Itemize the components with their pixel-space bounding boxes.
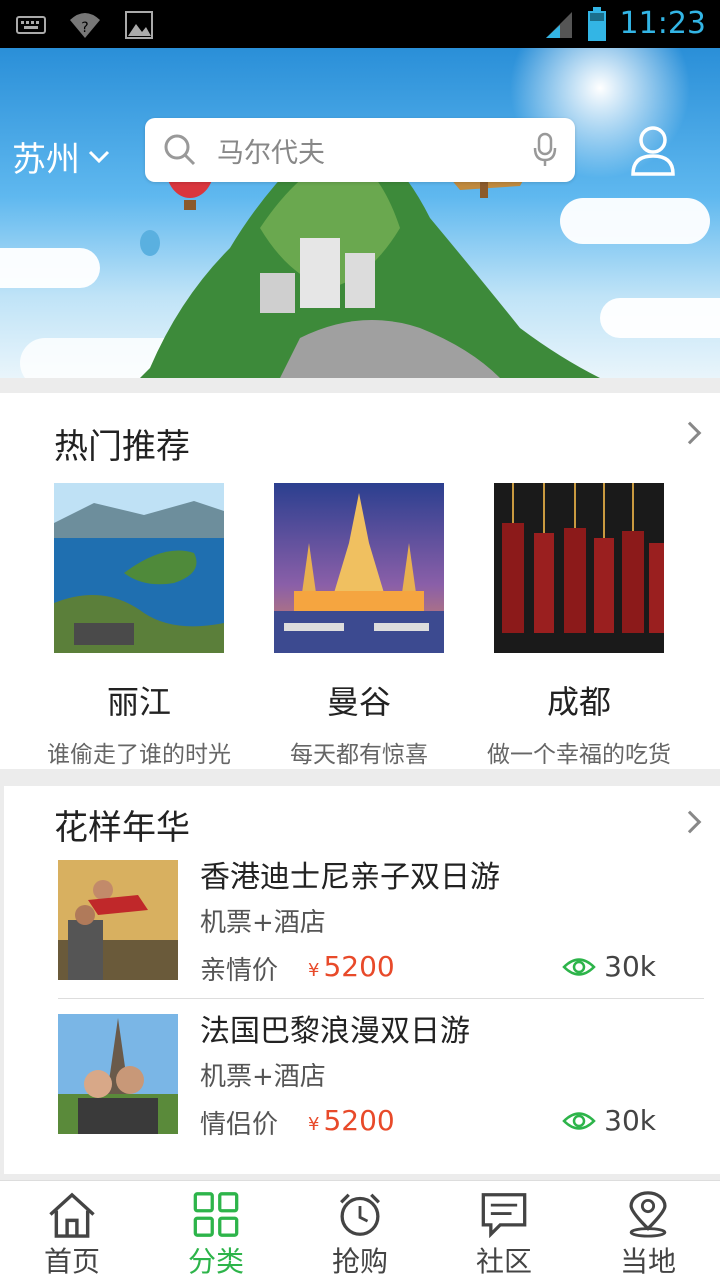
currency-symbol: ¥ (308, 960, 320, 981)
trip-price-type: 情侣价 (200, 1110, 279, 1140)
destination-desc: 每天都有惊喜 (290, 742, 428, 768)
image-icon (125, 11, 153, 39)
views-count: 30k (604, 950, 656, 983)
price-value: 5200 (323, 1104, 395, 1137)
destination-image-bangkok (274, 483, 444, 653)
nav-community[interactable]: 社区 (432, 1181, 576, 1280)
eye-icon (562, 1111, 596, 1130)
destination-name: 成都 (546, 683, 611, 721)
nav-category[interactable]: 分类 (144, 1181, 288, 1280)
trip-views: 30k (562, 1104, 656, 1137)
destination-name: 丽江 (106, 683, 171, 721)
chevron-right-icon[interactable] (678, 810, 702, 834)
trip-item[interactable]: 法国巴黎浪漫双日游 机票+酒店 情侣价 ¥5200 30k (58, 1014, 704, 1154)
destination-image-chengdu (494, 483, 664, 653)
trip-item[interactable]: 香港迪士尼亲子双日游 机票+酒店 亲情价 ¥5200 30k (58, 860, 704, 1000)
chevron-right-icon[interactable] (678, 421, 702, 445)
currency-symbol: ¥ (308, 1114, 320, 1135)
svg-text:?: ? (81, 20, 88, 36)
nav-label: 当地 (619, 1245, 676, 1278)
views-count: 30k (604, 1104, 656, 1137)
status-bar: ? 11:23 (0, 0, 720, 48)
destination-card[interactable]: 成都 做一个幸福的吃货 (469, 483, 689, 769)
nav-label: 首页 (43, 1245, 100, 1278)
search-icon (164, 134, 196, 166)
nav-label: 分类 (187, 1245, 244, 1278)
trip-price: ¥5200 (308, 950, 395, 983)
divider (58, 998, 704, 999)
nav-home[interactable]: 首页 (0, 1181, 144, 1280)
hero-banner[interactable]: 苏州 马尔代夫 (0, 48, 720, 378)
trip-title: 法国巴黎浪漫双日游 (200, 1014, 470, 1049)
nav-label: 抢购 (331, 1245, 388, 1278)
destination-card[interactable]: 丽江 谁偷走了谁的时光 (29, 483, 249, 769)
home-icon (49, 1192, 95, 1238)
chat-icon (481, 1193, 527, 1238)
nav-local[interactable]: 当地 (576, 1181, 720, 1280)
user-icon (631, 126, 675, 176)
keyboard-icon (16, 16, 46, 34)
section-title: 花样年华 (54, 808, 190, 848)
bottom-nav: 首页 分类 抢购 社区 当地 (0, 1180, 720, 1280)
user-profile-button[interactable] (630, 124, 676, 180)
status-time: 11:23 (619, 6, 706, 41)
city-label: 苏州 (12, 140, 80, 180)
trip-views: 30k (562, 950, 656, 983)
alarm-clock-icon (340, 1193, 380, 1236)
destination-desc: 谁偷走了谁的时光 (47, 742, 231, 768)
search-placeholder: 马尔代夫 (217, 137, 325, 169)
price-value: 5200 (323, 950, 395, 983)
trip-title: 香港迪士尼亲子双日游 (200, 860, 500, 895)
section-title: 热门推荐 (54, 427, 190, 467)
destination-desc: 做一个幸福的吃货 (487, 742, 671, 768)
trip-image-disney (58, 860, 178, 980)
chevron-down-icon (88, 150, 110, 163)
wifi-alert-icon: ? (70, 13, 100, 38)
trip-subtitle: 机票+酒店 (200, 1062, 326, 1092)
trip-price: ¥5200 (308, 1104, 395, 1137)
microphone-icon[interactable] (533, 132, 557, 168)
trip-subtitle: 机票+酒店 (200, 908, 326, 938)
grid-icon (193, 1192, 239, 1237)
city-selector[interactable]: 苏州 (12, 132, 110, 181)
battery-icon (587, 7, 606, 41)
hot-recommend-section: 热门推荐 丽江 谁偷走了谁的时光 曼谷 每天都有惊喜 成都 做一个幸福的吃货 (0, 393, 720, 769)
nav-label: 社区 (475, 1245, 532, 1278)
trip-price-type: 亲情价 (200, 956, 279, 986)
banner-illustration (140, 48, 690, 378)
search-input[interactable]: 马尔代夫 (145, 118, 575, 182)
eye-icon (562, 957, 596, 976)
signal-icon (545, 12, 572, 38)
destination-image-lijiang (54, 483, 224, 653)
location-pin-icon (629, 1191, 667, 1238)
fancy-trips-section: 花样年华 香港迪士尼亲子双日游 机票+酒店 亲情价 ¥5200 30k 法国巴黎… (4, 786, 720, 1174)
nav-flash-sale[interactable]: 抢购 (288, 1181, 432, 1280)
trip-image-paris (58, 1014, 178, 1134)
destination-name: 曼谷 (326, 683, 391, 721)
destination-card[interactable]: 曼谷 每天都有惊喜 (249, 483, 469, 769)
